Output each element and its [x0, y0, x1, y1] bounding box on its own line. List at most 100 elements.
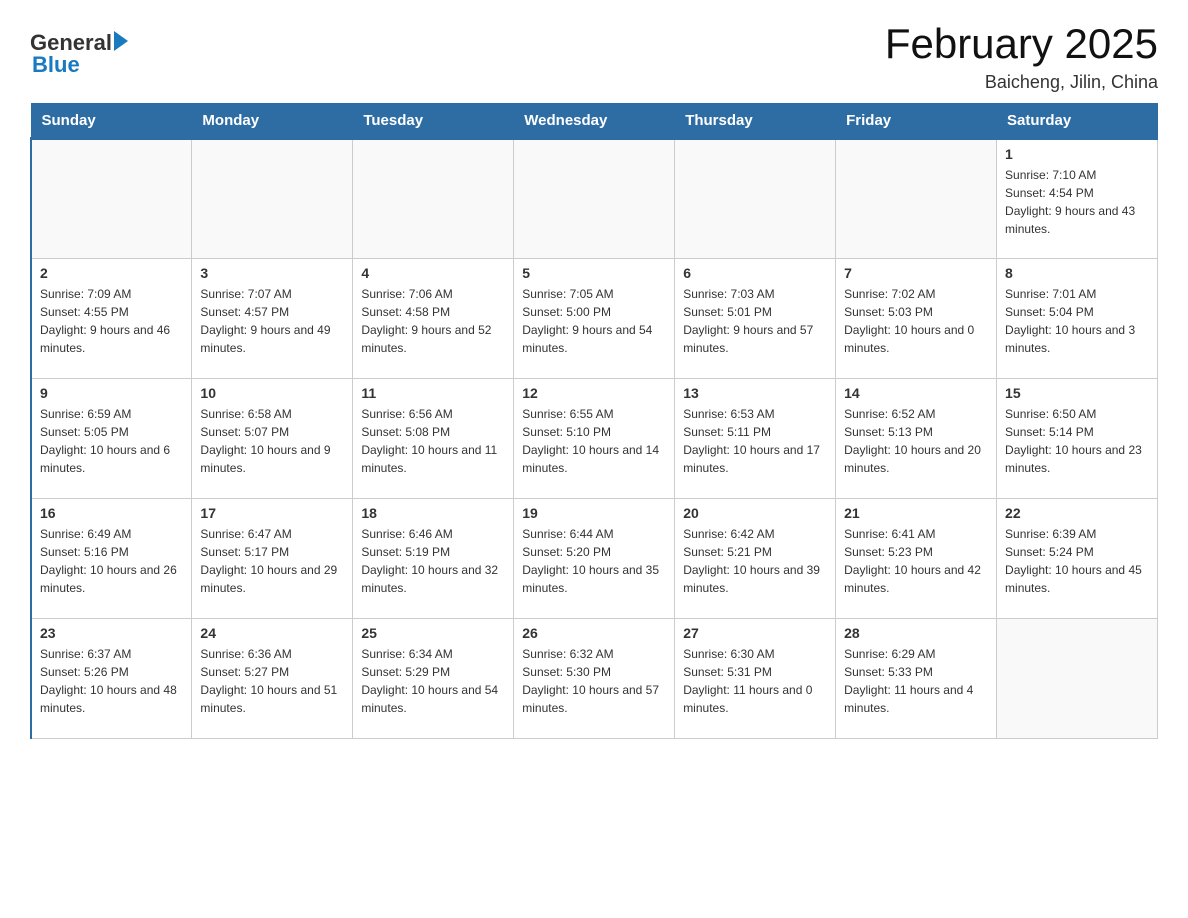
day-info: Sunrise: 6:55 AMSunset: 5:10 PMDaylight:…	[522, 405, 666, 477]
weekday-header-row: SundayMondayTuesdayWednesdayThursdayFrid…	[31, 104, 1158, 139]
day-number: 2	[40, 265, 183, 281]
day-info: Sunrise: 6:47 AMSunset: 5:17 PMDaylight:…	[200, 525, 344, 597]
day-info: Sunrise: 6:49 AMSunset: 5:16 PMDaylight:…	[40, 525, 183, 597]
calendar-table: SundayMondayTuesdayWednesdayThursdayFrid…	[30, 103, 1158, 739]
day-number: 4	[361, 265, 505, 281]
logo-icon: General Blue	[30, 30, 128, 78]
day-info: Sunrise: 7:07 AMSunset: 4:57 PMDaylight:…	[200, 285, 344, 357]
calendar-cell	[192, 139, 353, 259]
day-info: Sunrise: 6:44 AMSunset: 5:20 PMDaylight:…	[522, 525, 666, 597]
weekday-header-monday: Monday	[192, 104, 353, 139]
day-number: 19	[522, 505, 666, 521]
calendar-cell: 23 Sunrise: 6:37 AMSunset: 5:26 PMDayligh…	[31, 619, 192, 739]
weekday-header-sunday: Sunday	[31, 104, 192, 139]
day-info: Sunrise: 6:52 AMSunset: 5:13 PMDaylight:…	[844, 405, 988, 477]
day-number: 3	[200, 265, 344, 281]
day-info: Sunrise: 6:46 AMSunset: 5:19 PMDaylight:…	[361, 525, 505, 597]
calendar-week-2: 2 Sunrise: 7:09 AMSunset: 4:55 PMDaylight…	[31, 259, 1158, 379]
calendar-cell: 14 Sunrise: 6:52 AMSunset: 5:13 PMDayligh…	[836, 379, 997, 499]
calendar-cell: 28Sunrise: 6:29 AMSunset: 5:33 PMDayligh…	[836, 619, 997, 739]
day-number: 16	[40, 505, 183, 521]
day-number: 20	[683, 505, 827, 521]
calendar-cell	[997, 619, 1158, 739]
calendar-cell: 2 Sunrise: 7:09 AMSunset: 4:55 PMDaylight…	[31, 259, 192, 379]
day-number: 12	[522, 385, 666, 401]
calendar-cell: 27 Sunrise: 6:30 AMSunset: 5:31 PMDayligh…	[675, 619, 836, 739]
day-number: 1	[1005, 146, 1149, 162]
calendar-cell: 18 Sunrise: 6:46 AMSunset: 5:19 PMDayligh…	[353, 499, 514, 619]
day-info: Sunrise: 6:34 AMSunset: 5:29 PMDaylight:…	[361, 645, 505, 717]
calendar-cell: 1 Sunrise: 7:10 AMSunset: 4:54 PMDaylight…	[997, 139, 1158, 259]
calendar-cell: 17 Sunrise: 6:47 AMSunset: 5:17 PMDayligh…	[192, 499, 353, 619]
calendar-cell: 4Sunrise: 7:06 AMSunset: 4:58 PMDaylight…	[353, 259, 514, 379]
day-number: 8	[1005, 265, 1149, 281]
day-number: 17	[200, 505, 344, 521]
calendar-cell: 16 Sunrise: 6:49 AMSunset: 5:16 PMDayligh…	[31, 499, 192, 619]
day-info: Sunrise: 6:39 AMSunset: 5:24 PMDaylight:…	[1005, 525, 1149, 597]
day-info: Sunrise: 6:37 AMSunset: 5:26 PMDaylight:…	[40, 645, 183, 717]
calendar-cell: 24 Sunrise: 6:36 AMSunset: 5:27 PMDayligh…	[192, 619, 353, 739]
day-info: Sunrise: 6:59 AMSunset: 5:05 PMDaylight:…	[40, 405, 183, 477]
calendar-cell: 21 Sunrise: 6:41 AMSunset: 5:23 PMDayligh…	[836, 499, 997, 619]
logo: General Blue	[30, 30, 128, 78]
calendar-cell: 5Sunrise: 7:05 AMSunset: 5:00 PMDaylight…	[514, 259, 675, 379]
day-number: 9	[40, 385, 183, 401]
day-number: 10	[200, 385, 344, 401]
day-info: Sunrise: 6:41 AMSunset: 5:23 PMDaylight:…	[844, 525, 988, 597]
day-info: Sunrise: 6:42 AMSunset: 5:21 PMDaylight:…	[683, 525, 827, 597]
day-number: 23	[40, 625, 183, 641]
calendar-cell: 11 Sunrise: 6:56 AMSunset: 5:08 PMDayligh…	[353, 379, 514, 499]
day-number: 15	[1005, 385, 1149, 401]
weekday-header-saturday: Saturday	[997, 104, 1158, 139]
weekday-header-friday: Friday	[836, 104, 997, 139]
day-number: 5	[522, 265, 666, 281]
day-number: 18	[361, 505, 505, 521]
calendar-cell: 7Sunrise: 7:02 AMSunset: 5:03 PMDaylight…	[836, 259, 997, 379]
day-number: 6	[683, 265, 827, 281]
day-info: Sunrise: 6:32 AMSunset: 5:30 PMDaylight:…	[522, 645, 666, 717]
weekday-header-wednesday: Wednesday	[514, 104, 675, 139]
day-info: Sunrise: 6:58 AMSunset: 5:07 PMDaylight:…	[200, 405, 344, 477]
day-info: Sunrise: 7:09 AMSunset: 4:55 PMDaylight:…	[40, 285, 183, 357]
day-info: Sunrise: 6:56 AMSunset: 5:08 PMDaylight:…	[361, 405, 505, 477]
calendar-cell: 15 Sunrise: 6:50 AMSunset: 5:14 PMDayligh…	[997, 379, 1158, 499]
day-info: Sunrise: 7:03 AMSunset: 5:01 PMDaylight:…	[683, 285, 827, 357]
calendar-cell: 13 Sunrise: 6:53 AMSunset: 5:11 PMDayligh…	[675, 379, 836, 499]
calendar-cell: 25 Sunrise: 6:34 AMSunset: 5:29 PMDayligh…	[353, 619, 514, 739]
day-number: 27	[683, 625, 827, 641]
location: Baicheng, Jilin, China	[885, 72, 1158, 93]
calendar-cell	[31, 139, 192, 259]
day-info: Sunrise: 7:02 AMSunset: 5:03 PMDaylight:…	[844, 285, 988, 357]
day-info: Sunrise: 6:53 AMSunset: 5:11 PMDaylight:…	[683, 405, 827, 477]
day-number: 24	[200, 625, 344, 641]
day-number: 11	[361, 385, 505, 401]
day-info: Sunrise: 6:30 AMSunset: 5:31 PMDaylight:…	[683, 645, 827, 717]
day-number: 26	[522, 625, 666, 641]
calendar-week-5: 23 Sunrise: 6:37 AMSunset: 5:26 PMDayligh…	[31, 619, 1158, 739]
day-number: 14	[844, 385, 988, 401]
day-info: Sunrise: 7:01 AMSunset: 5:04 PMDaylight:…	[1005, 285, 1149, 357]
calendar-cell: 22 Sunrise: 6:39 AMSunset: 5:24 PMDayligh…	[997, 499, 1158, 619]
calendar-cell: 8 Sunrise: 7:01 AMSunset: 5:04 PMDaylight…	[997, 259, 1158, 379]
calendar-cell	[836, 139, 997, 259]
calendar-cell: 12 Sunrise: 6:55 AMSunset: 5:10 PMDayligh…	[514, 379, 675, 499]
calendar-cell: 6 Sunrise: 7:03 AMSunset: 5:01 PMDaylight…	[675, 259, 836, 379]
day-number: 13	[683, 385, 827, 401]
day-number: 28	[844, 625, 988, 641]
day-info: Sunrise: 6:36 AMSunset: 5:27 PMDaylight:…	[200, 645, 344, 717]
calendar-week-4: 16 Sunrise: 6:49 AMSunset: 5:16 PMDayligh…	[31, 499, 1158, 619]
day-number: 21	[844, 505, 988, 521]
calendar-cell	[675, 139, 836, 259]
calendar-week-3: 9 Sunrise: 6:59 AMSunset: 5:05 PMDaylight…	[31, 379, 1158, 499]
day-number: 25	[361, 625, 505, 641]
calendar-cell	[514, 139, 675, 259]
month-title: February 2025	[885, 20, 1158, 68]
calendar-cell: 26 Sunrise: 6:32 AMSunset: 5:30 PMDayligh…	[514, 619, 675, 739]
day-info: Sunrise: 6:50 AMSunset: 5:14 PMDaylight:…	[1005, 405, 1149, 477]
day-info: Sunrise: 7:10 AMSunset: 4:54 PMDaylight:…	[1005, 166, 1149, 238]
calendar-cell: 9 Sunrise: 6:59 AMSunset: 5:05 PMDaylight…	[31, 379, 192, 499]
page-header: General Blue February 2025 Baicheng, Jil…	[30, 20, 1158, 93]
calendar-cell: 3 Sunrise: 7:07 AMSunset: 4:57 PMDaylight…	[192, 259, 353, 379]
day-number: 22	[1005, 505, 1149, 521]
logo-text-blue: Blue	[32, 52, 80, 78]
